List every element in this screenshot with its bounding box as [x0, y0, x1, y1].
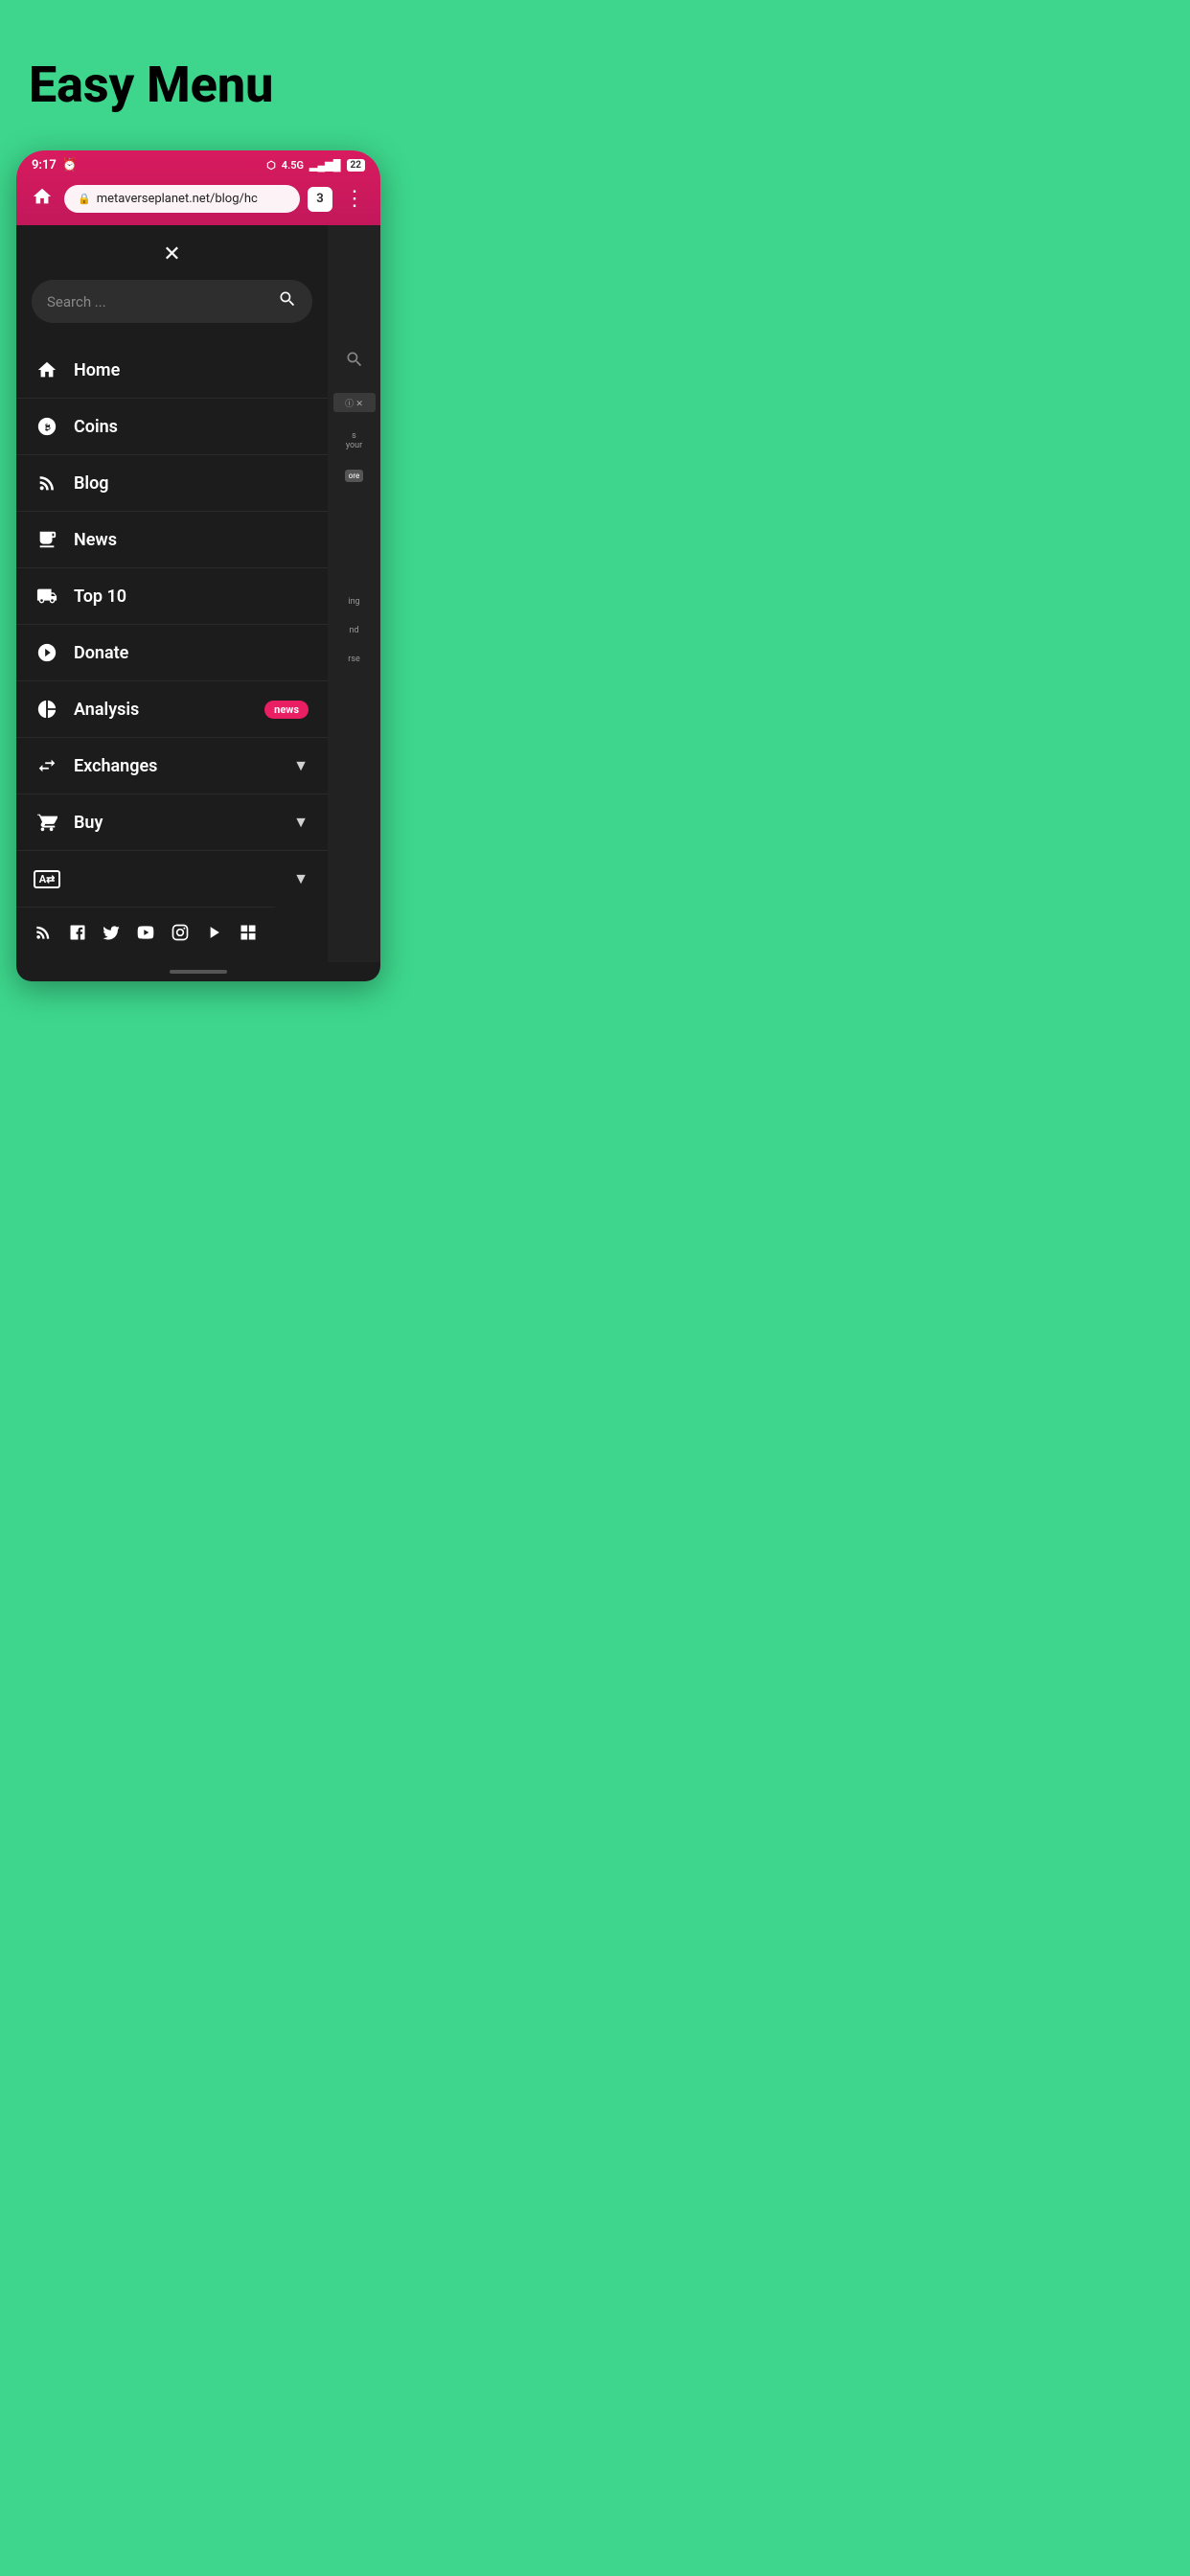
home-icon — [35, 358, 58, 381]
bitcoin-icon — [35, 415, 58, 438]
coins-label: Coins — [74, 417, 309, 437]
exchange-icon — [35, 754, 58, 777]
analysis-badge: news — [264, 701, 309, 719]
buy-label: Buy — [74, 813, 278, 833]
menu-item-language[interactable]: A⇄ ▼ — [16, 851, 328, 907]
search-placeholder: Search ... — [47, 293, 270, 310]
newspaper-icon — [35, 528, 58, 551]
exchanges-chevron: ▼ — [293, 756, 309, 775]
page-background: Easy Menu 9:17 ⏰ ⬡ 4.5G ▂▄▆█ 22 — [0, 0, 397, 981]
menu-item-top10[interactable]: Top 10 — [16, 568, 328, 625]
nav-bar: 🔒 metaverseplanet.net/blog/hc 3 ⋮ — [16, 176, 380, 225]
url-bar[interactable]: 🔒 metaverseplanet.net/blog/hc — [64, 185, 300, 213]
menu-item-coins[interactable]: Coins — [16, 399, 328, 455]
analysis-label: Analysis — [74, 700, 249, 720]
page-title: Easy Menu — [0, 38, 397, 150]
close-menu-button[interactable]: ✕ — [16, 225, 328, 280]
peek-text4: rse — [346, 655, 361, 664]
status-bar: 9:17 ⏰ ⬡ 4.5G ▂▄▆█ 22 — [16, 150, 380, 176]
more-options-button[interactable]: ⋮ — [340, 185, 369, 213]
grid-icon[interactable] — [239, 923, 258, 947]
peek-ad-bar: ⓘ ✕ — [333, 393, 376, 412]
menu-panel-wrapper: ✕ Search ... — [16, 225, 380, 962]
right-peek-panel: ⓘ ✕ syour ore ing nd rse — [328, 225, 380, 962]
chart-icon — [35, 698, 58, 721]
peek-text: syour — [344, 431, 364, 450]
status-right: ⬡ 4.5G ▂▄▆█ 22 — [266, 159, 365, 172]
signal-bars: ▂▄▆█ — [309, 159, 341, 172]
language-icon: A⇄ — [35, 867, 58, 890]
menu-item-blog[interactable]: Blog — [16, 455, 328, 512]
exchanges-label: Exchanges — [74, 756, 278, 776]
menu-item-donate[interactable]: Donate — [16, 625, 328, 681]
bottom-handle — [16, 962, 380, 981]
phone-frame: 9:17 ⏰ ⬡ 4.5G ▂▄▆█ 22 — [16, 150, 380, 981]
news-label: News — [74, 530, 309, 550]
language-chevron: ▼ — [293, 869, 309, 888]
menu-content: ✕ Search ... — [16, 225, 328, 962]
twitter-icon[interactable] — [102, 923, 121, 947]
network-type: 4.5G — [282, 159, 304, 172]
donate-icon — [35, 641, 58, 664]
lock-icon: 🔒 — [78, 193, 91, 205]
rss-icon[interactable] — [34, 923, 53, 947]
social-bar — [16, 907, 275, 962]
youtube-icon[interactable] — [136, 923, 155, 947]
battery-indicator: 22 — [347, 159, 365, 172]
home-button[interactable] — [28, 182, 57, 216]
facebook-icon[interactable] — [68, 923, 87, 947]
url-text: metaverseplanet.net/blog/hc — [97, 192, 258, 206]
search-icon[interactable] — [278, 289, 297, 313]
menu-item-analysis[interactable]: Analysis news — [16, 681, 328, 738]
search-bar[interactable]: Search ... — [32, 280, 312, 323]
handle-bar — [170, 970, 227, 974]
menu-item-exchanges[interactable]: Exchanges ▼ — [16, 738, 328, 794]
status-left: 9:17 ⏰ — [32, 158, 78, 172]
truck-icon — [35, 585, 58, 608]
home-label: Home — [74, 360, 309, 380]
tab-count[interactable]: 3 — [308, 187, 332, 212]
menu-item-buy[interactable]: Buy ▼ — [16, 794, 328, 851]
cart-icon — [35, 811, 58, 834]
menu-item-news[interactable]: News — [16, 512, 328, 568]
top10-label: Top 10 — [74, 586, 309, 607]
time-display: 9:17 — [32, 158, 57, 172]
donate-label: Donate — [74, 643, 309, 663]
peek-text2: ing — [346, 597, 361, 607]
instagram-icon[interactable] — [171, 923, 190, 947]
peek-more-btn: ore — [345, 470, 363, 482]
browser-chrome: 9:17 ⏰ ⬡ 4.5G ▂▄▆█ 22 — [16, 150, 380, 225]
peek-search-icon — [345, 350, 364, 374]
menu-items-list: Home Coins Blog — [16, 342, 328, 907]
peek-text3: nd — [347, 626, 360, 635]
buy-chevron: ▼ — [293, 813, 309, 832]
play-icon[interactable] — [204, 923, 223, 947]
bluetooth-icon: ⬡ — [266, 159, 276, 172]
menu-item-home[interactable]: Home — [16, 342, 328, 399]
blog-label: Blog — [74, 473, 309, 494]
blog-icon — [35, 472, 58, 494]
alarm-icon: ⏰ — [62, 158, 78, 172]
